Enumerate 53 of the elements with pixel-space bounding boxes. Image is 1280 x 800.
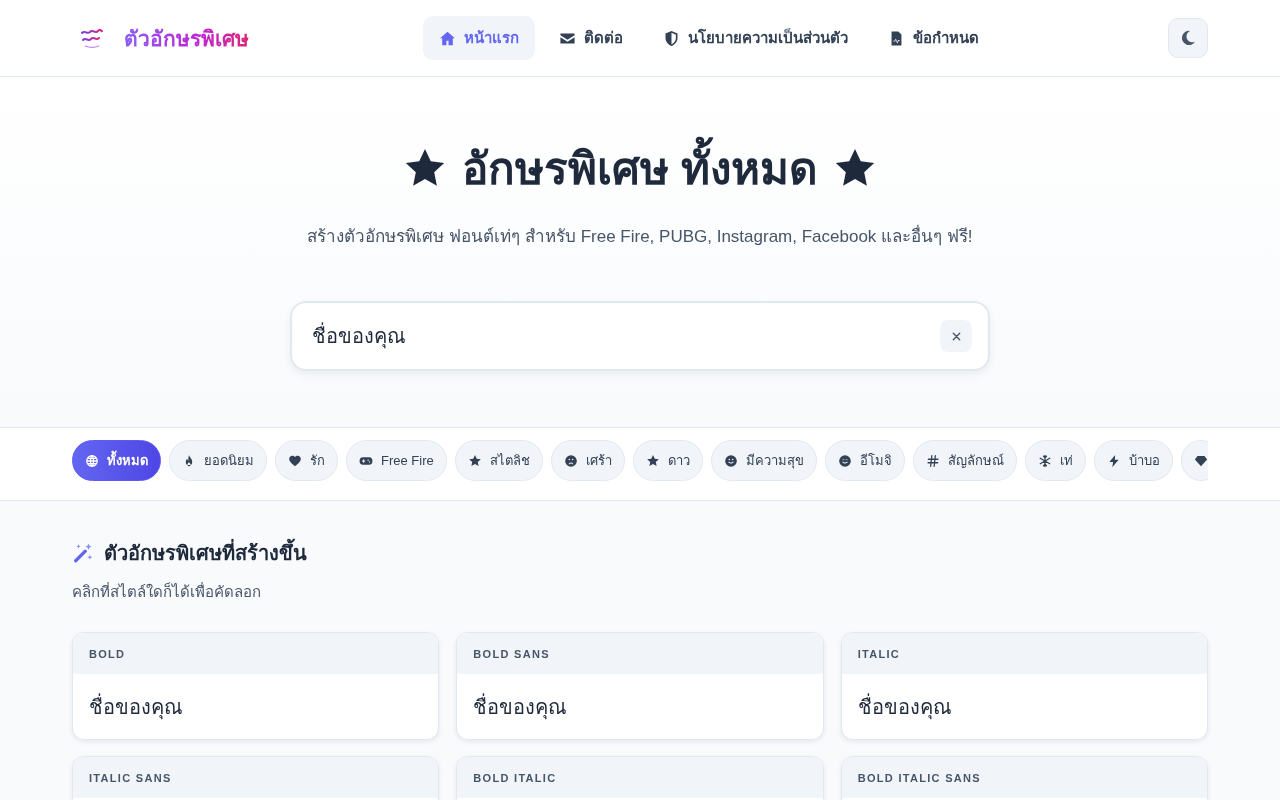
style-label: BOLD [89, 647, 126, 660]
star-icon [467, 453, 482, 468]
styled-text: ชื่อของคุณ [473, 692, 568, 722]
name-input[interactable]: ชื่อของคุณ [290, 301, 990, 371]
style-card[interactable]: BOLD ชื่อของคุณ [72, 632, 440, 740]
style-card[interactable]: BOLD SANS ชื่อของคุณ [456, 632, 824, 740]
style-card[interactable]: ITALIC SANS [72, 756, 440, 800]
category-chip[interactable]: สไตลิช [454, 440, 543, 481]
category-chip[interactable] [1180, 440, 1208, 481]
nav-link[interactable]: นโยบายความเป็นส่วนตัว [646, 16, 864, 60]
theme-toggle-button[interactable] [1168, 18, 1208, 58]
grin-face-icon [837, 453, 852, 468]
style-card[interactable]: BOLD ITALIC [456, 756, 824, 800]
category-chip[interactable]: สัญลักษณ์ [912, 440, 1017, 481]
section-subtitle: คลิกที่สไตล์ใดก็ได้เพื่อคัดลอก [72, 581, 262, 602]
style-label: ITALIC [857, 647, 901, 660]
nav-link[interactable]: หน้าแรก [422, 16, 535, 60]
category-chip[interactable]: มีความสุข [710, 440, 817, 481]
globe-icon [85, 453, 99, 468]
category-chip[interactable]: อีโมจิ [824, 440, 905, 481]
diamond-icon [1193, 453, 1208, 468]
style-card[interactable]: BOLD ITALIC SANS [840, 756, 1208, 800]
category-chip[interactable]: ยอดนิยม [169, 440, 267, 481]
category-chip[interactable]: Free Fire [346, 440, 447, 481]
nav-link[interactable]: ข้อกำหนด [871, 16, 995, 60]
styled-text: ชื่อของคุณ [857, 692, 952, 722]
style-label: BOLD ITALIC SANS [857, 771, 981, 784]
category-chip[interactable]: รัก [275, 440, 338, 481]
sad-face-icon [563, 453, 578, 468]
style-label: ITALIC SANS [89, 771, 172, 784]
category-chip[interactable]: ดาว [632, 440, 703, 481]
snowflake-icon [1037, 453, 1052, 468]
hashtag-icon [925, 453, 940, 468]
logo-icon [80, 28, 104, 48]
moon-icon [1179, 29, 1197, 47]
magic-wand-icon [72, 542, 94, 564]
shield-icon [662, 29, 680, 47]
star-icon [645, 453, 660, 468]
style-label: BOLD SANS [473, 647, 550, 660]
category-chip[interactable]: เศร้า [550, 440, 625, 481]
style-card[interactable]: ITALIC ชื่อของคุณ [840, 632, 1208, 740]
nav-link[interactable]: ติดต่อ [542, 16, 639, 60]
house-icon [438, 29, 456, 47]
styled-text: ชื่อของคุณ [89, 692, 183, 722]
style-label: BOLD ITALIC [473, 771, 557, 784]
section-title: ตัวอักษรพิเศษที่สร้างขึ้น [104, 537, 307, 569]
category-chip[interactable]: ทั้งหมด [72, 440, 161, 481]
close-icon [950, 330, 962, 342]
smiley-icon [723, 453, 738, 468]
hero-subtitle: สร้างตัวอักษรพิเศษ ฟอนต์เท่ๆ สำหรับ Free Fire, PUBG, Instagram, Facebook และอื่นๆ ฟรี! [0, 224, 1280, 250]
category-chip[interactable]: บ้าบอ [1093, 440, 1173, 481]
heart-icon [288, 453, 302, 468]
category-chip[interactable]: เท่ [1024, 440, 1086, 481]
